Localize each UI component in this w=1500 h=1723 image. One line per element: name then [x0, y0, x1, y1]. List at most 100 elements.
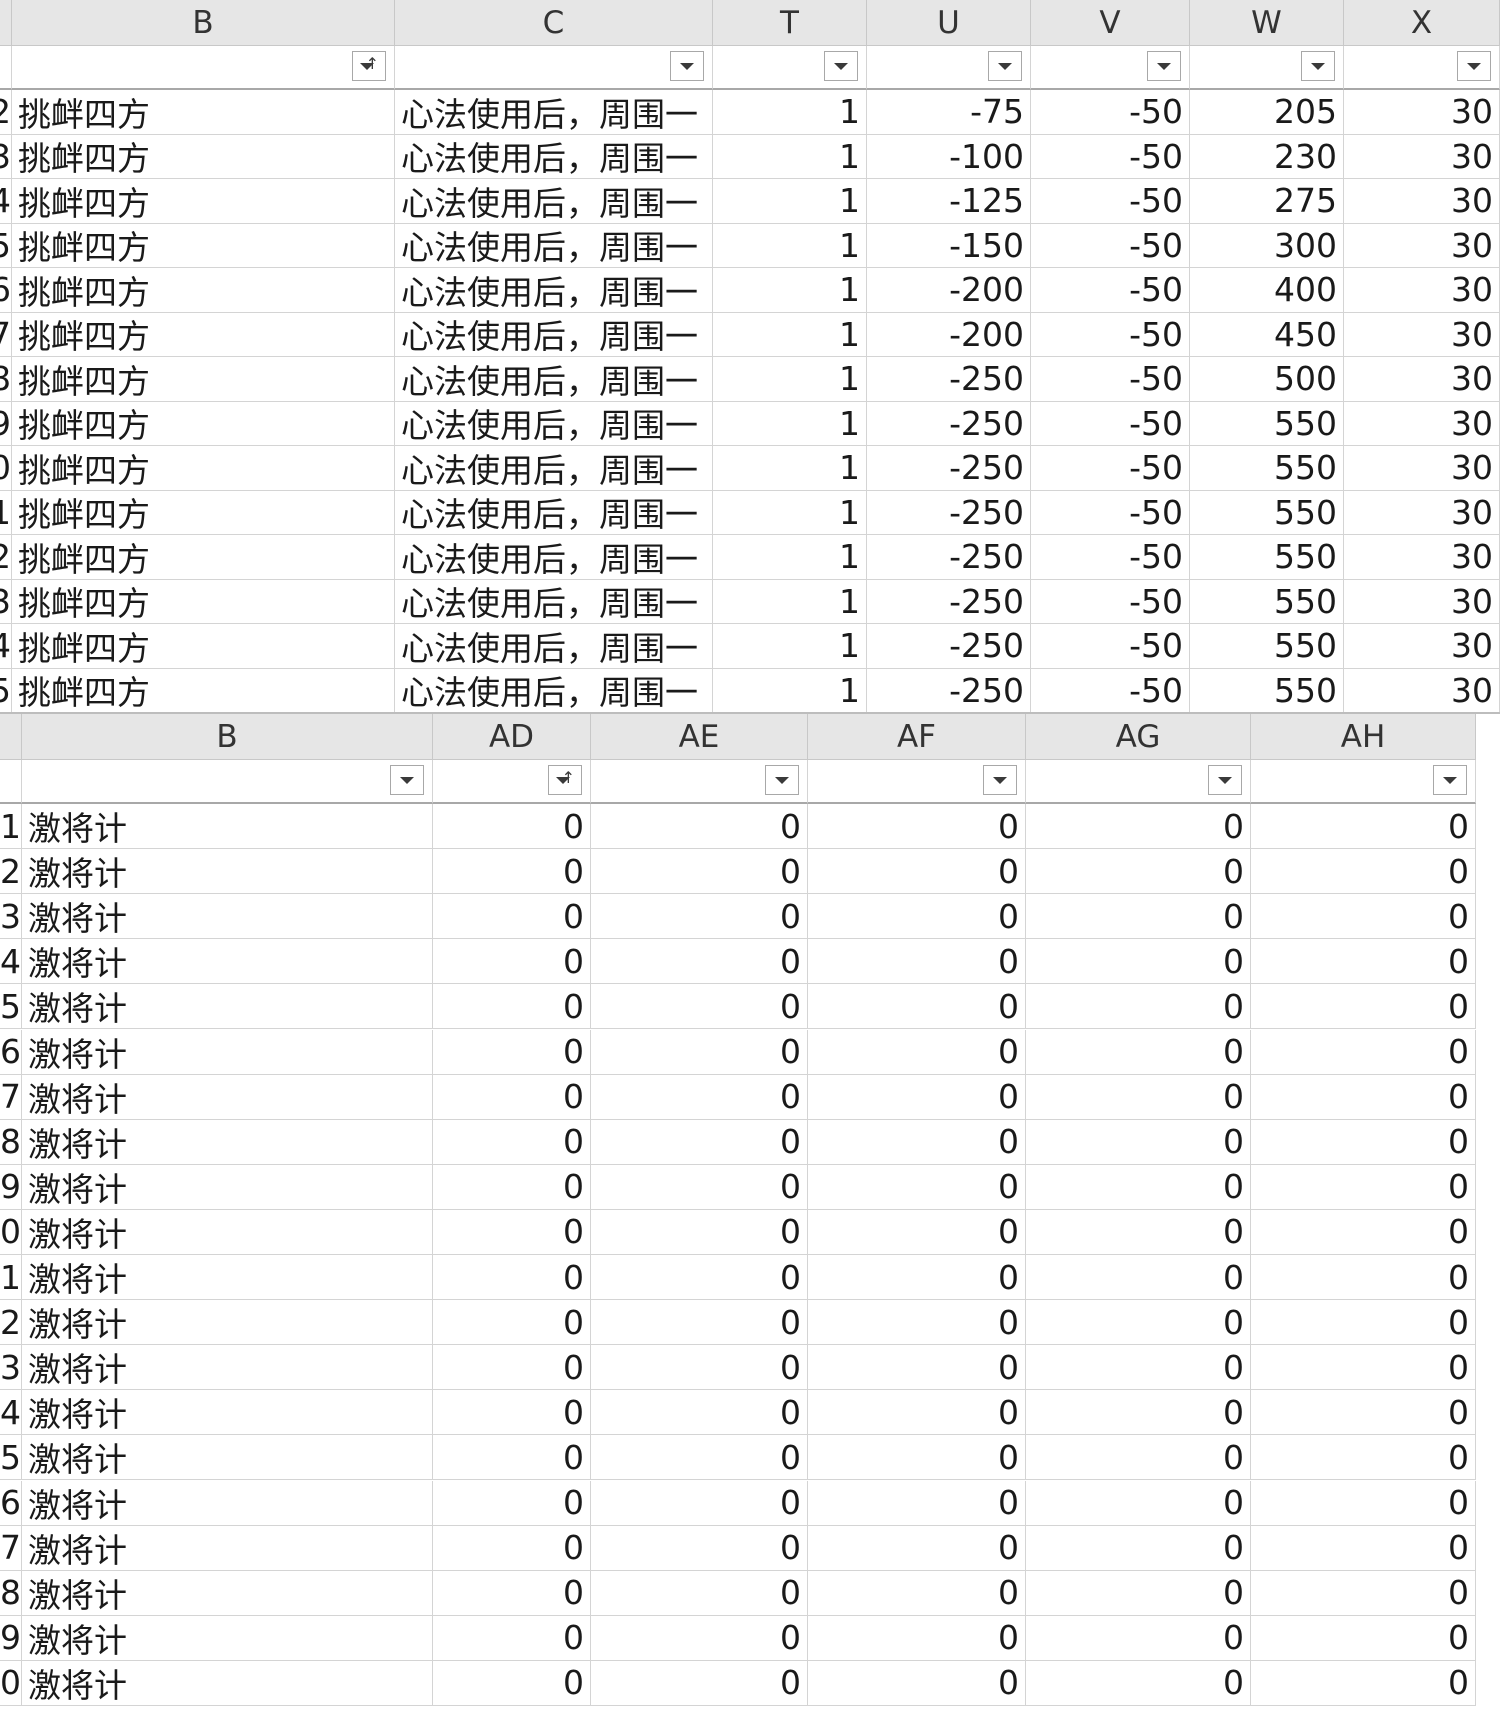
row-number[interactable]: 1	[0, 1255, 22, 1301]
cell-x[interactable]: 30	[1344, 401, 1500, 446]
cell-af[interactable]: 0	[808, 1345, 1026, 1391]
column-header-af[interactable]: AF	[808, 714, 1026, 760]
cell-x[interactable]: 30	[1344, 90, 1500, 135]
row-number[interactable]: 3	[0, 134, 12, 179]
cell-b[interactable]: 激将计	[22, 1119, 433, 1165]
cell-u[interactable]: -250	[867, 401, 1031, 446]
row-number[interactable]: 5	[0, 668, 12, 713]
column-header-b[interactable]: B	[22, 714, 433, 760]
cell-ah[interactable]: 0	[1251, 1164, 1476, 1210]
row-number[interactable]: 0	[0, 446, 12, 491]
cell-ah[interactable]: 0	[1251, 984, 1476, 1030]
cell-ag[interactable]: 0	[1026, 939, 1251, 985]
cell-ad[interactable]: 0	[433, 1164, 591, 1210]
cell-ag[interactable]: 0	[1026, 1164, 1251, 1210]
cell-b[interactable]: 激将计	[22, 894, 433, 940]
cell-u[interactable]: -75	[867, 90, 1031, 135]
cell-ad[interactable]: 0	[433, 1525, 591, 1571]
cell-b[interactable]: 激将计	[22, 1525, 433, 1571]
row-number[interactable]: 2	[0, 90, 12, 135]
cell-af[interactable]: 0	[808, 1435, 1026, 1481]
cell-ag[interactable]: 0	[1026, 1615, 1251, 1661]
cell-b[interactable]: 激将计	[22, 1435, 433, 1481]
cell-t[interactable]: 1	[713, 624, 867, 669]
cell-c[interactable]: 心法使用后，周围一	[395, 312, 713, 357]
cell-ad[interactable]: 0	[433, 1615, 591, 1661]
cell-b[interactable]: 激将计	[22, 804, 433, 850]
row-number[interactable]: 0	[0, 1209, 22, 1255]
row-number[interactable]: 4	[0, 1390, 22, 1436]
cell-c[interactable]: 心法使用后，周围一	[395, 624, 713, 669]
cell-b[interactable]: 挑衅四方	[12, 312, 395, 357]
cell-ae[interactable]: 0	[591, 1570, 808, 1616]
cell-ag[interactable]: 0	[1026, 1029, 1251, 1075]
cell-v[interactable]: -50	[1031, 401, 1190, 446]
cell-v[interactable]: -50	[1031, 179, 1190, 224]
filter-dropdown-button[interactable]	[824, 51, 858, 81]
cell-v[interactable]: -50	[1031, 624, 1190, 669]
cell-t[interactable]: 1	[713, 535, 867, 580]
cell-v[interactable]: -50	[1031, 357, 1190, 402]
cell-ae[interactable]: 0	[591, 1300, 808, 1346]
cell-c[interactable]: 心法使用后，周围一	[395, 535, 713, 580]
filter-dropdown-button[interactable]	[390, 765, 424, 795]
cell-ah[interactable]: 0	[1251, 1660, 1476, 1706]
cell-b[interactable]: 挑衅四方	[12, 134, 395, 179]
cell-v[interactable]: -50	[1031, 312, 1190, 357]
cell-v[interactable]: -50	[1031, 223, 1190, 268]
cell-x[interactable]: 30	[1344, 179, 1500, 224]
cell-b[interactable]: 激将计	[22, 1615, 433, 1661]
cell-ag[interactable]: 0	[1026, 1525, 1251, 1571]
cell-u[interactable]: -250	[867, 624, 1031, 669]
sort-filter-dropdown-button[interactable]: ↑	[548, 765, 582, 795]
cell-w[interactable]: 230	[1190, 134, 1344, 179]
cell-x[interactable]: 30	[1344, 268, 1500, 313]
row-number[interactable]: 8	[0, 1119, 22, 1165]
cell-ag[interactable]: 0	[1026, 1074, 1251, 1120]
cell-c[interactable]: 心法使用后，周围一	[395, 90, 713, 135]
cell-ae[interactable]: 0	[591, 804, 808, 850]
cell-b[interactable]: 挑衅四方	[12, 179, 395, 224]
cell-x[interactable]: 30	[1344, 490, 1500, 535]
cell-v[interactable]: -50	[1031, 90, 1190, 135]
cell-af[interactable]: 0	[808, 804, 1026, 850]
cell-ae[interactable]: 0	[591, 939, 808, 985]
cell-ah[interactable]: 0	[1251, 1435, 1476, 1481]
cell-t[interactable]: 1	[713, 357, 867, 402]
cell-w[interactable]: 550	[1190, 579, 1344, 624]
cell-b[interactable]: 激将计	[22, 1164, 433, 1210]
cell-b[interactable]: 激将计	[22, 1255, 433, 1301]
row-number[interactable]: 2	[0, 1300, 22, 1346]
cell-af[interactable]: 0	[808, 1300, 1026, 1346]
cell-ah[interactable]: 0	[1251, 1480, 1476, 1526]
cell-w[interactable]: 450	[1190, 312, 1344, 357]
cell-b[interactable]: 激将计	[22, 1209, 433, 1255]
row-number[interactable]: 7	[0, 1525, 22, 1571]
row-number[interactable]: 9	[0, 1615, 22, 1661]
cell-ah[interactable]: 0	[1251, 939, 1476, 985]
cell-ag[interactable]: 0	[1026, 1480, 1251, 1526]
cell-w[interactable]: 550	[1190, 624, 1344, 669]
cell-ag[interactable]: 0	[1026, 1390, 1251, 1436]
cell-ae[interactable]: 0	[591, 894, 808, 940]
cell-ah[interactable]: 0	[1251, 1525, 1476, 1571]
cell-c[interactable]: 心法使用后，周围一	[395, 179, 713, 224]
cell-w[interactable]: 275	[1190, 179, 1344, 224]
sort-filter-dropdown-button[interactable]: ↑	[352, 51, 386, 81]
cell-b[interactable]: 挑衅四方	[12, 490, 395, 535]
cell-ad[interactable]: 0	[433, 939, 591, 985]
cell-ad[interactable]: 0	[433, 1435, 591, 1481]
cell-b[interactable]: 激将计	[22, 1074, 433, 1120]
cell-x[interactable]: 30	[1344, 579, 1500, 624]
cell-t[interactable]: 1	[713, 401, 867, 446]
cell-af[interactable]: 0	[808, 1390, 1026, 1436]
cell-t[interactable]: 1	[713, 179, 867, 224]
cell-b[interactable]: 激将计	[22, 1660, 433, 1706]
filter-dropdown-button[interactable]	[1433, 765, 1467, 795]
row-number[interactable]: 8	[0, 1570, 22, 1616]
cell-t[interactable]: 1	[713, 90, 867, 135]
cell-w[interactable]: 400	[1190, 268, 1344, 313]
column-header-b[interactable]: B	[12, 0, 395, 46]
cell-w[interactable]: 550	[1190, 401, 1344, 446]
row-number[interactable]: 4	[0, 624, 12, 669]
